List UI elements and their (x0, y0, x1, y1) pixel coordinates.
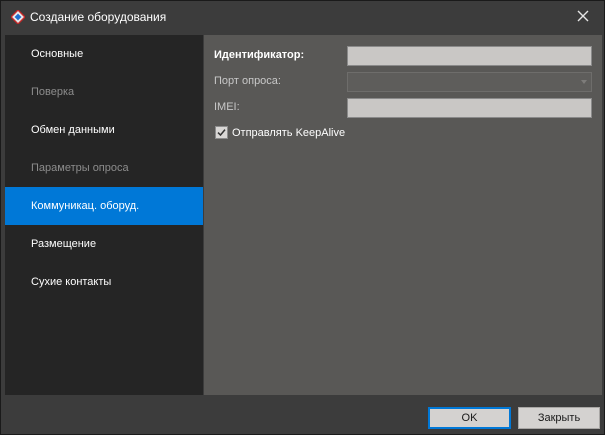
imei-label: IMEI: (214, 101, 240, 113)
sidebar-item-basic[interactable]: Основные (5, 35, 203, 73)
imei-input[interactable] (347, 98, 592, 118)
keepalive-checkbox[interactable] (215, 126, 228, 139)
checkmark-icon (217, 129, 226, 137)
content-panel: Идентификатор: Порт опроса: IMEI: Отправ… (204, 35, 602, 395)
sidebar-item-poll-params[interactable]: Параметры опроса (5, 149, 203, 187)
keepalive-checkbox-row[interactable]: Отправлять KeepAlive (215, 126, 345, 139)
identifier-input[interactable] (347, 46, 592, 66)
port-dropdown[interactable] (347, 72, 592, 92)
close-button[interactable]: Закрыть (518, 407, 600, 429)
dialog-window: Создание оборудования Основные Поверка О… (0, 0, 605, 435)
ok-button[interactable]: OK (428, 407, 511, 429)
port-label: Порт опроса: (214, 75, 281, 87)
app-logo-icon (10, 9, 26, 25)
close-icon[interactable] (571, 5, 595, 27)
sidebar-item-dry-contacts[interactable]: Сухие контакты (5, 263, 203, 301)
window-title: Создание оборудования (30, 10, 167, 24)
identifier-label: Идентификатор: (214, 49, 305, 61)
sidebar-item-verification[interactable]: Поверка (5, 73, 203, 111)
chevron-down-icon (581, 80, 587, 84)
sidebar: Основные Поверка Обмен данными Параметры… (5, 35, 203, 395)
sidebar-item-placement[interactable]: Размещение (5, 225, 203, 263)
title-bar[interactable]: Создание оборудования (1, 1, 604, 32)
keepalive-label: Отправлять KeepAlive (232, 126, 346, 139)
dialog-footer: OK Закрыть (1, 396, 604, 434)
sidebar-item-data-exchange[interactable]: Обмен данными (5, 111, 203, 149)
sidebar-item-comm-equipment[interactable]: Коммуникац. оборуд. (5, 187, 203, 225)
